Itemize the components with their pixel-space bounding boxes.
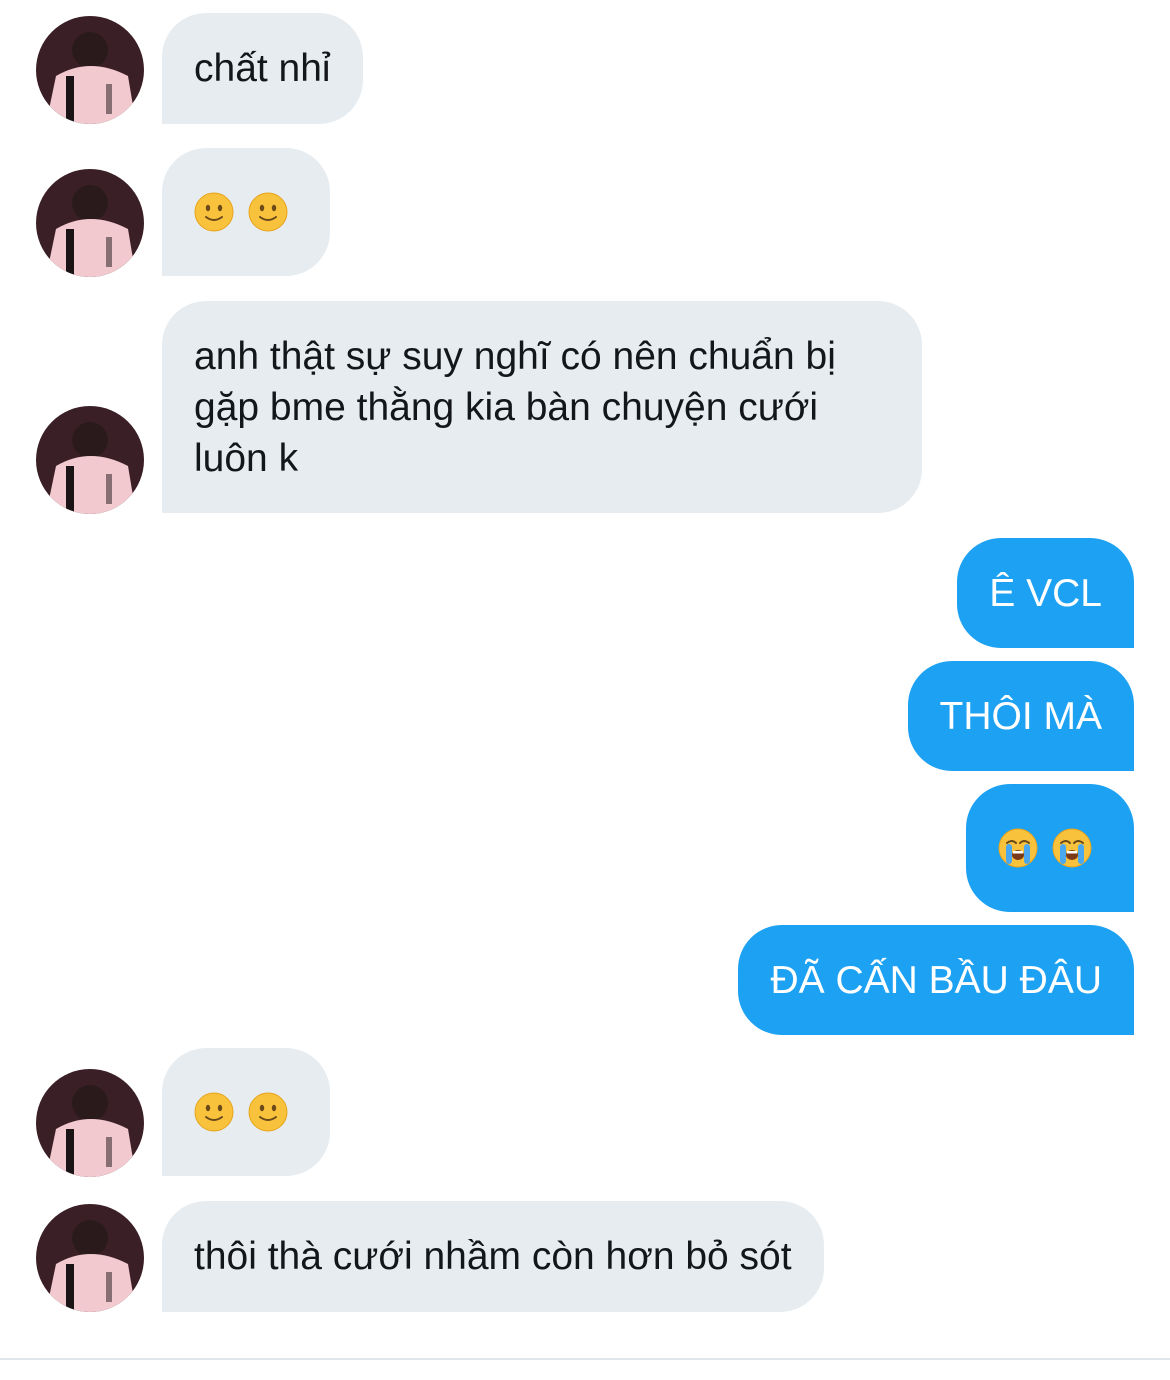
- avatar-photo: [36, 169, 144, 277]
- slightly-smiling-face-icon: [248, 192, 288, 232]
- incoming-message[interactable]: chất nhỉ: [162, 13, 363, 124]
- avatar[interactable]: [36, 16, 144, 124]
- outgoing-message[interactable]: ĐÃ CẤN BẦU ĐÂU: [738, 925, 1134, 1035]
- incoming-message[interactable]: [162, 148, 330, 276]
- slightly-smiling-face-icon: [194, 1092, 234, 1132]
- message-text: ĐÃ CẤN BẦU ĐÂU: [770, 958, 1102, 1002]
- message-text: THÔI MÀ: [939, 694, 1103, 738]
- avatar[interactable]: [36, 169, 144, 277]
- outgoing-message[interactable]: [966, 784, 1134, 912]
- loudly-crying-face-icon: [998, 828, 1038, 868]
- message-text: anh thật sự suy nghĩ có nên chuẩn bị gặp…: [194, 335, 836, 480]
- avatar-photo: [36, 406, 144, 514]
- divider: [0, 1358, 1170, 1360]
- outgoing-message[interactable]: THÔI MÀ: [907, 661, 1134, 771]
- message-text: chất nhỉ: [194, 47, 331, 90]
- emoji-group: [194, 192, 288, 232]
- avatar[interactable]: [36, 406, 144, 514]
- avatar-photo: [36, 1069, 144, 1177]
- slightly-smiling-face-icon: [194, 192, 234, 232]
- avatar-photo: [36, 16, 144, 124]
- incoming-message[interactable]: [162, 1048, 330, 1176]
- message-text: Ê VCL: [989, 571, 1102, 615]
- dm-thread: chất nhỉ anh thật sự suy nghĩ có nên chu…: [0, 0, 1170, 1380]
- incoming-message[interactable]: anh thật sự suy nghĩ có nên chuẩn bị gặp…: [162, 301, 922, 513]
- avatar[interactable]: [36, 1204, 144, 1312]
- loudly-crying-face-icon: [1052, 828, 1092, 868]
- avatar[interactable]: [36, 1069, 144, 1177]
- message-text: thôi thà cưới nhầm còn hơn bỏ sót: [194, 1235, 792, 1278]
- emoji-group: [194, 1092, 288, 1132]
- emoji-group: [998, 828, 1092, 868]
- incoming-message[interactable]: thôi thà cưới nhầm còn hơn bỏ sót: [162, 1201, 824, 1312]
- avatar-photo: [36, 1204, 144, 1312]
- outgoing-message[interactable]: Ê VCL: [957, 538, 1134, 648]
- slightly-smiling-face-icon: [248, 1092, 288, 1132]
